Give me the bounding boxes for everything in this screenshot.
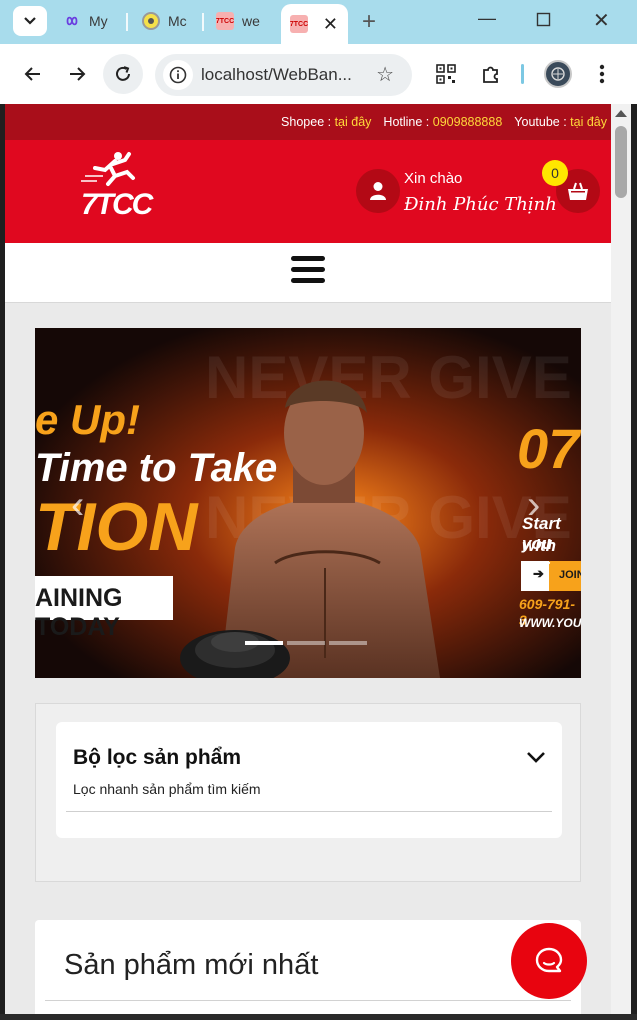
divider [66, 811, 552, 812]
user-icon [370, 182, 386, 200]
browser-toolbar: localhost/WebBan... ☆ [0, 44, 637, 104]
tab-3[interactable]: 7TCC we [216, 6, 271, 36]
banner-arrow-icon: ➔ [533, 566, 544, 581]
carousel-indicators [245, 641, 367, 645]
window-edge [0, 1014, 637, 1020]
reload-icon [116, 66, 130, 81]
banner-headline-4: AINING TODAY [35, 576, 173, 641]
greeting-text: Xin chào [404, 170, 463, 187]
window-edge [631, 104, 637, 1020]
chat-support-button[interactable] [511, 923, 587, 999]
tab-2[interactable]: Mc [142, 6, 197, 36]
carousel-dot[interactable] [245, 641, 283, 645]
shopping-bag-icon [568, 182, 588, 200]
browser-menu-icon[interactable] [590, 62, 614, 86]
divider [45, 1000, 571, 1001]
shopee-link[interactable]: Shopee : tại đây [281, 115, 371, 129]
nav-menu-bar [5, 243, 611, 303]
back-button[interactable] [17, 58, 49, 90]
close-window-icon[interactable]: ✕ [593, 8, 610, 33]
tab-active[interactable]: 7TCC ✕ [281, 4, 348, 44]
filter-title: Bộ lọc sản phẩm [73, 746, 242, 769]
infinity-icon [63, 12, 81, 30]
arrow-right-icon [70, 67, 86, 81]
username-text[interactable]: Đinh Phúc Thịnh [404, 194, 557, 215]
logo-text: 7TCC [81, 188, 153, 221]
youtube-link-text[interactable]: tại đây [570, 115, 607, 129]
banner-headline-1: e Up! [35, 396, 140, 443]
hotline-label: Hotline : [383, 115, 430, 129]
carousel-prev-icon[interactable]: ‹ [71, 483, 84, 528]
7tcc-favicon-icon: 7TCC [216, 12, 234, 30]
banner-web: WWW.YOURW [519, 616, 581, 630]
page-viewport: Shopee : tại đây Hotline : 0909888888 Yo… [5, 104, 611, 1014]
filter-section: Bộ lọc sản phẩm Lọc nhanh sản phẩm tìm k… [35, 703, 581, 882]
section-title: Sản phẩm mới nhất [64, 949, 319, 981]
shopee-link-text[interactable]: tại đây [335, 115, 372, 129]
maximize-icon[interactable] [536, 5, 552, 33]
user-account-button[interactable] [356, 169, 400, 213]
toolbar-divider [521, 64, 524, 84]
hotline-number[interactable]: 0909888888 [433, 115, 503, 129]
tab-separator [202, 13, 204, 31]
forward-button[interactable] [61, 58, 93, 90]
youtube-label: Youtube : [514, 115, 567, 129]
filter-subtitle: Lọc nhanh sản phẩm tìm kiếm [73, 781, 261, 797]
youtube-link[interactable]: Youtube : tại đây [514, 115, 607, 129]
minimize-icon[interactable]: — [478, 8, 496, 29]
scroll-thumb[interactable] [615, 126, 627, 198]
site-info-icon[interactable] [163, 60, 193, 90]
carousel-dot[interactable] [287, 641, 325, 645]
carousel-next-icon[interactable]: › [527, 483, 540, 528]
tab-separator [126, 13, 128, 31]
extensions-puzzle-icon[interactable] [479, 62, 503, 86]
chat-bubble-icon [535, 947, 563, 973]
carousel-dot[interactable] [329, 641, 367, 645]
latest-products-section: Sản phẩm mới nhất [35, 920, 581, 1014]
tab-1[interactable]: My [63, 6, 118, 36]
arrow-left-icon [24, 67, 40, 81]
hotline: Hotline : 0909888888 [383, 115, 502, 129]
scroll-up-arrow-icon[interactable] [615, 110, 627, 117]
runner-logo-icon [81, 152, 135, 186]
address-bar[interactable]: localhost/WebBan... ☆ [155, 54, 412, 96]
tab-search-button[interactable] [13, 6, 47, 36]
hamburger-menu-icon[interactable] [291, 256, 325, 288]
url-text[interactable]: localhost/WebBan... [201, 65, 361, 85]
circle-logo-icon [142, 12, 160, 30]
shopee-label: Shopee : [281, 115, 332, 129]
hero-banner-carousel[interactable]: NEVER GIVE UP NEVER GIVE UP e Up! Time t… [35, 328, 581, 678]
chevron-down-icon [24, 17, 36, 25]
qr-code-icon[interactable] [434, 62, 458, 86]
svg-text:NEVER GIVE UP: NEVER GIVE UP [205, 344, 581, 411]
filter-accordion[interactable]: Bộ lọc sản phẩm Lọc nhanh sản phẩm tìm k… [56, 722, 562, 838]
bookmark-star-icon[interactable]: ☆ [376, 62, 394, 87]
banner-join: JOIN [559, 569, 581, 581]
new-tab-button[interactable]: + [362, 8, 376, 36]
site-header: 7TCC Xin chào Đinh Phúc Thịnh 0 [5, 140, 611, 243]
chevron-down-icon[interactable] [526, 750, 546, 768]
page-scrollbar[interactable] [611, 104, 631, 1014]
browser-tab-bar: My Mc 7TCC we 7TCC ✕ + — ✕ [0, 0, 637, 44]
7tcc-favicon-icon: 7TCC [290, 15, 308, 33]
banner-number: 07 [517, 417, 580, 480]
tab-1-label: My [89, 13, 108, 29]
close-tab-icon[interactable]: ✕ [323, 14, 338, 35]
tab-2-label: Mc [168, 13, 187, 29]
profile-avatar[interactable] [544, 60, 572, 88]
tab-3-label: we [242, 13, 260, 29]
cart-count-badge: 0 [542, 160, 568, 186]
site-topbar: Shopee : tại đây Hotline : 0909888888 Yo… [5, 104, 611, 140]
reload-button[interactable] [103, 54, 143, 94]
banner-headline-3: TION [35, 489, 198, 565]
